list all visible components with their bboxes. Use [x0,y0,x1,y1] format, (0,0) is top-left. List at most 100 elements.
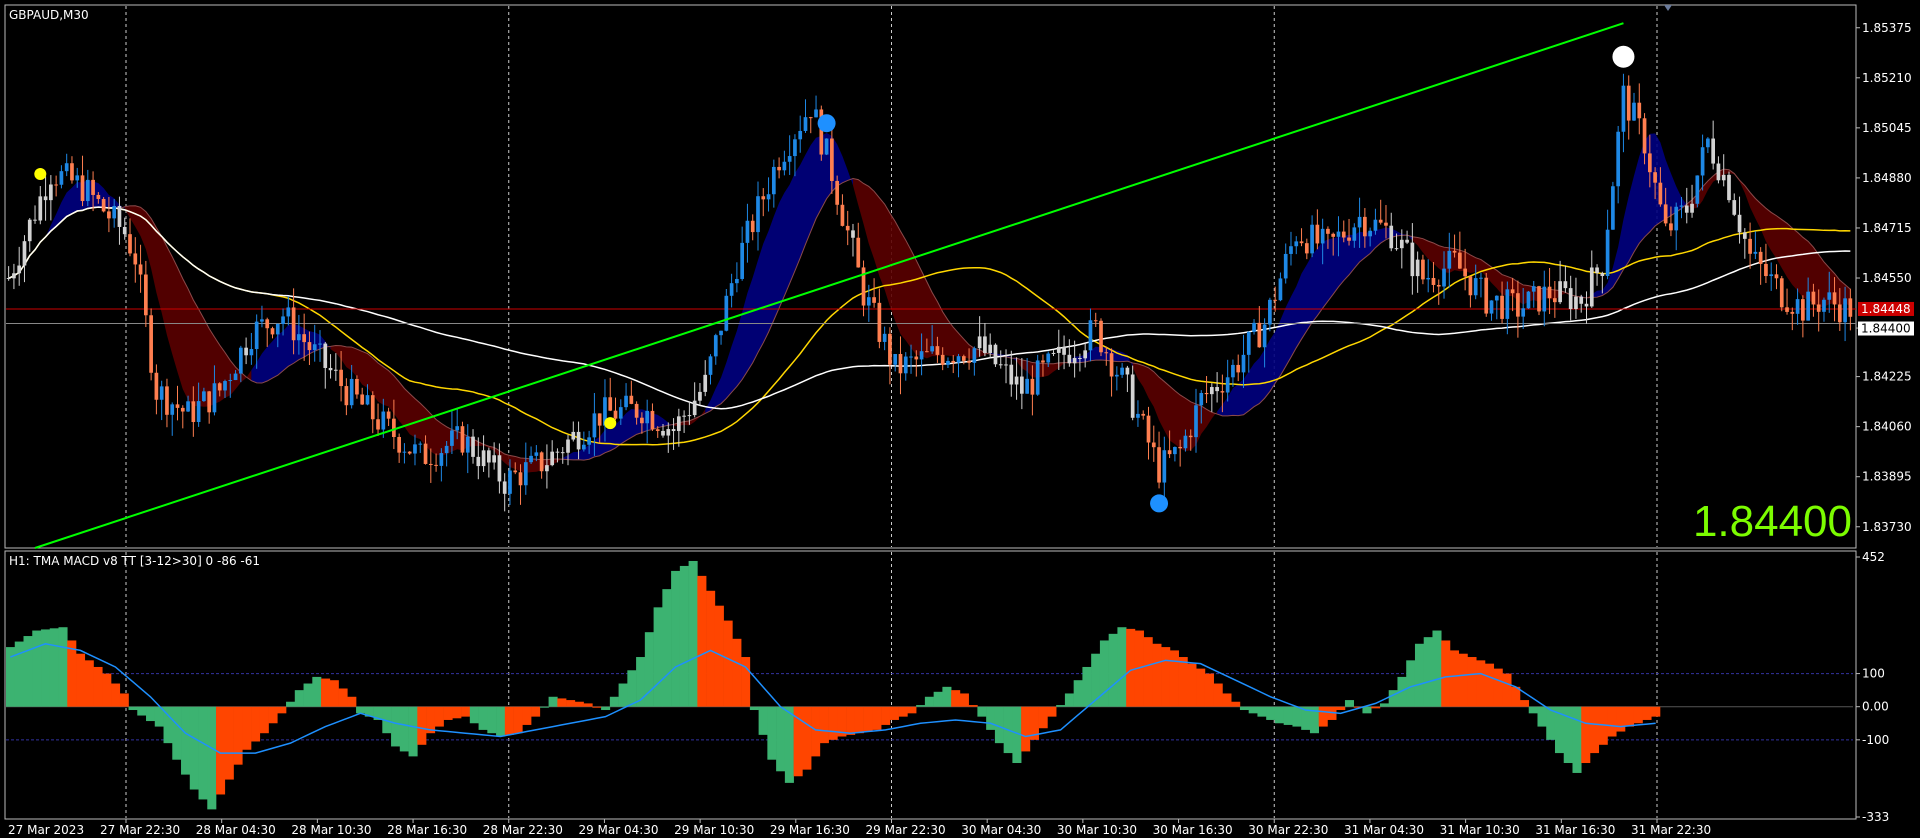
candle-body [1025,378,1029,394]
candle-body [165,386,169,415]
candle-body [988,344,993,354]
histogram-bar [1379,703,1390,707]
candle-body [771,166,776,195]
candle-body [1347,237,1351,241]
histogram-bar [907,706,917,714]
candle-body [149,315,153,373]
histogram-bar [1318,706,1328,727]
histogram-bar [1449,650,1460,707]
histogram-bar [1143,637,1153,707]
candle-body [1531,286,1536,292]
candle-body [793,139,797,157]
candle-body [1442,268,1446,287]
histogram-bar [723,620,733,707]
histogram-bar [1607,706,1617,737]
histogram-bar [671,570,681,707]
candle-body [1779,278,1784,308]
candle-body [661,430,665,436]
time-tick-label: 28 Mar 22:30 [483,823,563,837]
candle-body [1832,292,1837,305]
time-tick-label: 30 Mar 16:30 [1153,823,1233,837]
candle-body [1368,230,1372,237]
candle-body [370,395,375,420]
indicator-panel-frame [4,550,1857,820]
histogram-bar [1493,668,1503,707]
candle-body [835,180,839,205]
candle-body [967,360,971,363]
candle-body [1136,413,1140,418]
histogram-bar [443,706,453,720]
candle-body [1146,415,1151,443]
candle-body [59,171,64,185]
histogram-bar [417,706,427,745]
candle-body [1568,288,1573,310]
candle-body [1009,364,1014,385]
candle-body [407,451,412,454]
candle-body [1806,291,1810,321]
candle-body [676,416,681,432]
candle-body [1816,304,1821,312]
candle-body [1252,322,1256,332]
candle-body [1062,346,1066,355]
candle-body [729,283,734,296]
trading-chart[interactable]: GBPAUD,M30 1.84400 1.85375 1.85210 1.85045… [0,0,1920,838]
candle-body [1078,357,1082,359]
candle-body [935,346,940,355]
candle-body [381,411,386,430]
histogram-bar [102,673,112,707]
candle-body [1415,259,1420,277]
candle-body [745,220,750,243]
candle-body [339,369,343,387]
candle-body [1278,278,1283,301]
candle-body [1178,446,1183,449]
histogram-bar [986,706,996,730]
time-tick-label: 28 Mar 16:30 [387,823,467,837]
candle-body [1621,85,1626,132]
histogram-bar [1624,706,1635,727]
histogram-bar [32,630,42,707]
histogram-bar [312,676,322,707]
histogram-bar [1406,660,1416,707]
candle-body [1658,182,1663,205]
histogram-bar [1064,693,1074,707]
candle-body [1294,241,1299,247]
candle-body [1769,274,1774,277]
candle-body [112,205,117,219]
candle-body [1151,442,1156,448]
time-tick-label: 29 Mar 04:30 [578,823,658,837]
histogram-bar [233,706,243,765]
histogram-bar [1572,706,1582,773]
candle-body [1357,216,1362,228]
candle-body [238,347,243,374]
candle-body [64,163,69,172]
signal-marker-dot [604,417,617,430]
candle-body [1516,293,1520,317]
candle-body [650,410,655,430]
candle-body [1051,352,1056,354]
candle-body [260,319,264,322]
histogram-bar [1178,657,1188,707]
histogram-bar [1502,673,1512,707]
indicator-panel[interactable]: H1: TMA MACD v8 TT [3-12>30] 0 -86 -61 [4,550,1857,820]
candle-body [1004,364,1008,366]
histogram-bar [1082,666,1092,707]
candle-body [1801,299,1805,321]
candle-body [555,451,560,453]
candle-body [1811,291,1816,305]
histogram-bar [1467,657,1477,707]
signal-marker-dot [1150,494,1169,513]
candle-body [877,302,882,342]
candle-body [977,336,982,349]
candle-body [312,344,317,351]
histogram-bar [1642,706,1652,720]
candle-body [1125,367,1130,375]
price-panel[interactable]: GBPAUD,M30 1.84400 [4,4,1857,549]
candle-body [1695,175,1700,204]
signal-marker-dot [1612,45,1635,68]
histogram-bar [1108,633,1118,707]
candle-body [1848,298,1853,317]
candle-body [1183,435,1188,449]
histogram-bar [137,706,147,716]
candle-body [940,354,945,365]
price-tick-label: 1.84060 [1862,420,1912,434]
